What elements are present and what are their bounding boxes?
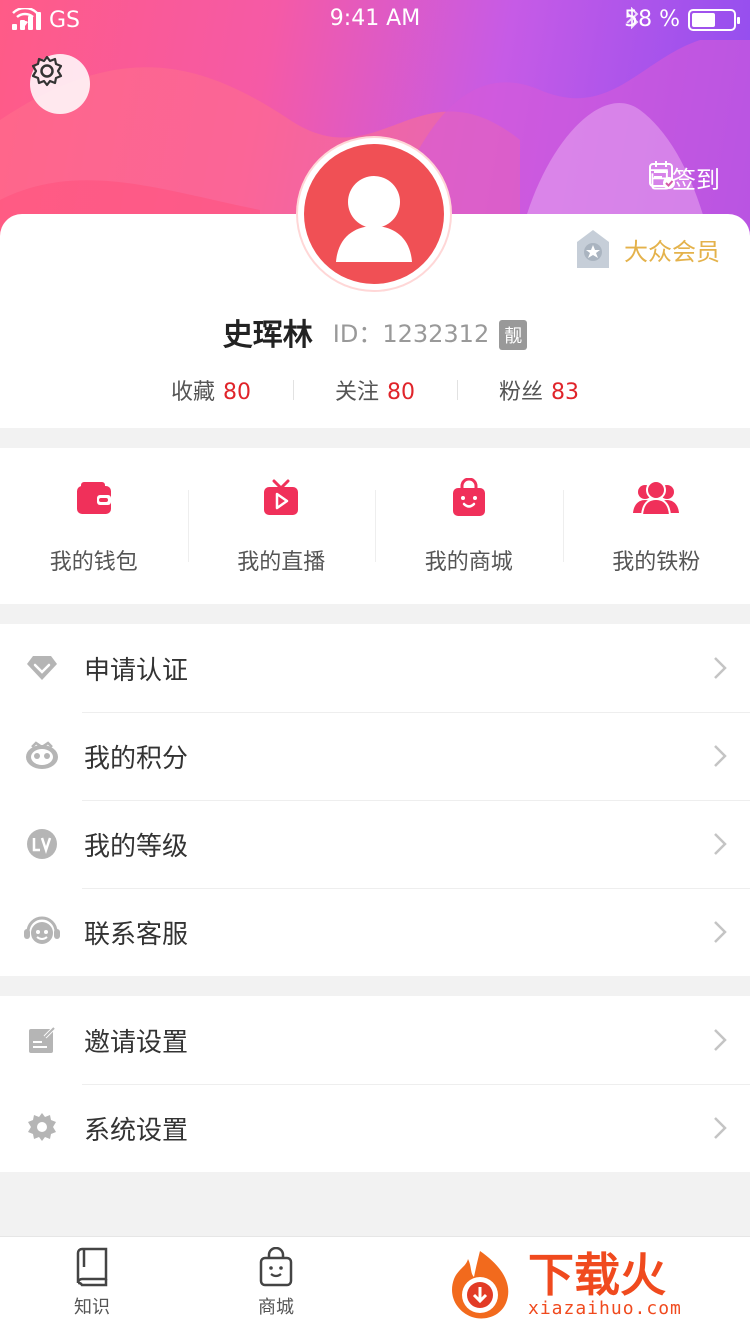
user-name: 史珲林 bbox=[222, 318, 313, 353]
member-badge-icon bbox=[577, 230, 609, 268]
user-avatar-icon bbox=[336, 176, 412, 262]
user-id: ID：1232312 靓 bbox=[332, 314, 528, 350]
settings-button[interactable] bbox=[30, 54, 90, 114]
quick-item-live[interactable]: 我的直播 bbox=[187, 448, 376, 604]
bag-icon bbox=[259, 1247, 293, 1287]
stat-label: 收藏 bbox=[170, 380, 215, 405]
diamond-icon bbox=[27, 656, 57, 680]
avatar[interactable] bbox=[298, 138, 450, 290]
gear-icon bbox=[31, 55, 63, 87]
chevron-right-icon bbox=[714, 657, 727, 679]
stat-label: 关注 bbox=[334, 380, 379, 405]
menu-item-label: 申请认证 bbox=[84, 655, 189, 686]
quick-actions: 我的钱包 我的直播 我的商城 我的铁粉 bbox=[0, 448, 750, 604]
chevron-right-icon bbox=[714, 1029, 727, 1051]
pretty-id-tag: 靓 bbox=[499, 320, 528, 350]
menu-item-system-settings[interactable]: 系统设置 bbox=[0, 1084, 750, 1172]
headset-icon bbox=[24, 916, 60, 944]
chevron-right-icon bbox=[714, 745, 727, 767]
gear-icon bbox=[28, 1113, 56, 1141]
menu-group-settings: 邀请设置 系统设置 bbox=[0, 996, 750, 1172]
member-label: 大众会员 bbox=[624, 237, 720, 266]
invite-edit-icon bbox=[29, 1026, 56, 1053]
menu-item-label: 邀请设置 bbox=[84, 1027, 189, 1058]
stat-label: 粉丝 bbox=[499, 380, 544, 405]
menu-item-my-level[interactable]: 我的等级 bbox=[0, 800, 750, 888]
chevron-right-icon bbox=[714, 833, 727, 855]
quick-item-mall[interactable]: 我的商城 bbox=[375, 448, 563, 604]
quick-item-label: 我的直播 bbox=[237, 550, 326, 575]
chevron-right-icon bbox=[714, 1117, 727, 1139]
shopping-bag-icon bbox=[452, 478, 485, 516]
bluetooth-icon bbox=[626, 7, 639, 29]
menu-item-apply-certification[interactable]: 申请认证 bbox=[0, 624, 750, 712]
check-in-status[interactable]: 已签到 bbox=[648, 160, 720, 195]
stat-value: 83 bbox=[551, 380, 580, 405]
quick-item-label: 我的铁粉 bbox=[612, 550, 701, 575]
status-bar: GS 9:41 AM 58 % bbox=[0, 0, 750, 40]
stat-value: 80 bbox=[387, 380, 415, 405]
menu-item-label: 系统设置 bbox=[84, 1115, 189, 1146]
book-icon bbox=[76, 1247, 108, 1287]
watermark-url: xiazaihuo.com bbox=[528, 1297, 682, 1319]
quick-item-fans[interactable]: 我的铁粉 bbox=[562, 448, 750, 604]
menu-item-label: 联系客服 bbox=[84, 919, 189, 950]
tab-label: 知识 bbox=[74, 1297, 110, 1318]
name-row: 史珲林 ID：1232312 靓 bbox=[0, 310, 750, 354]
tab-label: 商城 bbox=[258, 1297, 294, 1318]
user-id-text: ID：1232312 bbox=[332, 320, 490, 348]
stat-fans[interactable]: 粉丝 83 bbox=[457, 374, 621, 406]
flame-logo-icon bbox=[452, 1251, 509, 1319]
tv-play-icon bbox=[264, 479, 299, 515]
watermark-logo: 下载火 xiazaihuo.com bbox=[440, 1236, 750, 1334]
points-icon bbox=[26, 741, 58, 769]
quick-item-label: 我的钱包 bbox=[49, 550, 138, 575]
quick-item-wallet[interactable]: 我的钱包 bbox=[0, 448, 188, 604]
quick-item-label: 我的商城 bbox=[424, 550, 513, 575]
membership-badge[interactable]: 大众会员 bbox=[574, 228, 720, 270]
wallet-icon bbox=[76, 482, 111, 514]
menu-item-label: 我的积分 bbox=[84, 743, 189, 774]
stat-favorites[interactable]: 收藏 80 bbox=[129, 374, 293, 406]
menu-group-account: 申请认证 我的积分 我的等级 联系客服 bbox=[0, 624, 750, 976]
watermark-brand: 下载火 bbox=[528, 1247, 666, 1302]
menu-item-my-points[interactable]: 我的积分 bbox=[0, 712, 750, 800]
stat-following[interactable]: 关注 80 bbox=[292, 374, 457, 406]
stat-value: 80 bbox=[222, 380, 251, 405]
chevron-right-icon bbox=[714, 921, 727, 943]
battery-icon bbox=[688, 8, 740, 31]
stats-row: 收藏 80 关注 80 粉丝 83 bbox=[0, 374, 750, 406]
calendar-check-icon bbox=[649, 161, 675, 189]
tab-knowledge[interactable]: 知识 bbox=[0, 1237, 184, 1334]
menu-item-contact-support[interactable]: 联系客服 bbox=[0, 888, 750, 976]
level-icon bbox=[27, 829, 57, 859]
menu-item-invite-settings[interactable]: 邀请设置 bbox=[0, 996, 750, 1084]
menu-item-label: 我的等级 bbox=[84, 831, 189, 862]
fans-icon bbox=[633, 480, 680, 516]
tab-mall[interactable]: 商城 bbox=[184, 1237, 368, 1334]
